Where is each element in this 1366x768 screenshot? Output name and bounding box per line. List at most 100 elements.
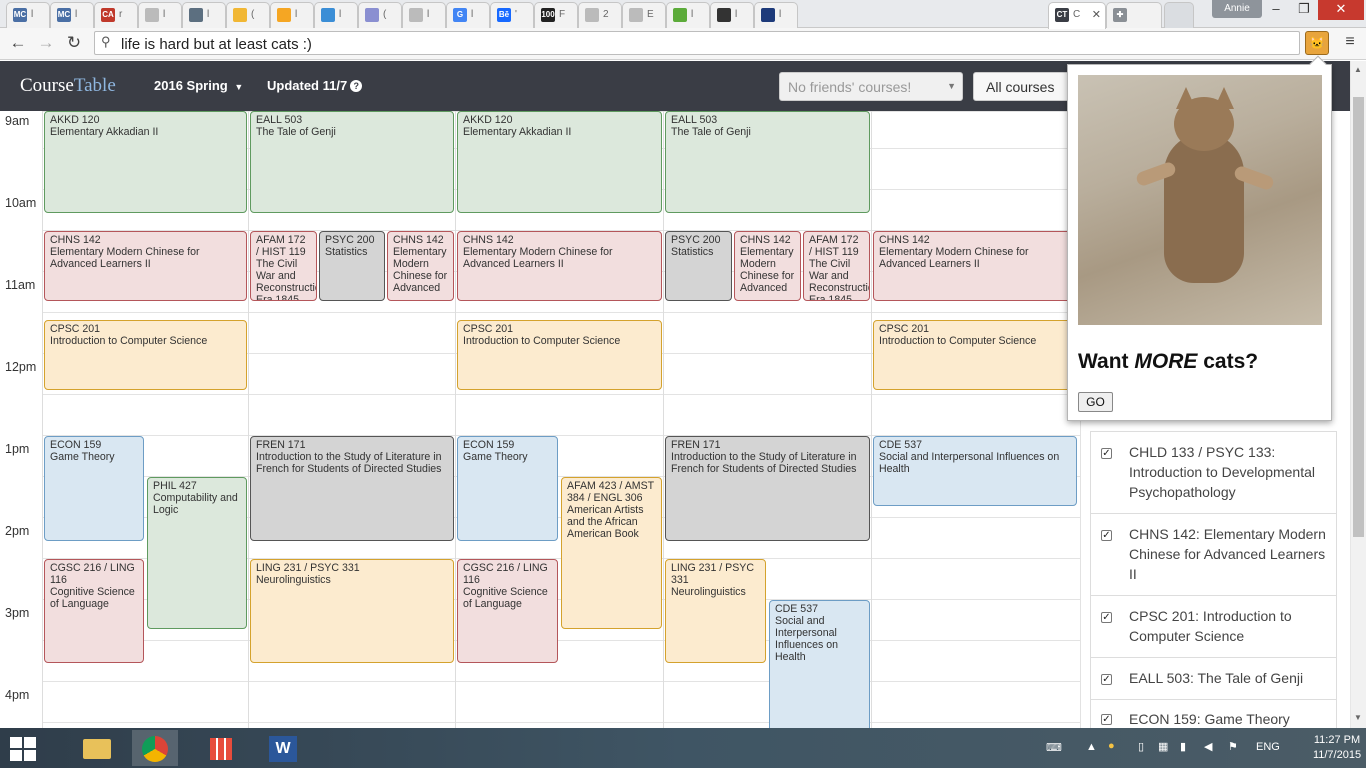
course-event[interactable]: ECON 159 Game Theory — [44, 436, 144, 541]
course-event[interactable]: CGSC 216 / LING 116 Cognitive Science of … — [44, 559, 144, 663]
course-event[interactable]: PSYC 200 Statistics — [319, 231, 385, 301]
battery-icon[interactable]: ▯ — [1138, 740, 1144, 753]
course-name: Computability and Logic — [153, 492, 238, 516]
brand-logo[interactable]: CourseTable — [20, 75, 116, 97]
course-event[interactable]: AKKD 120 Elementary Akkadian II — [44, 111, 247, 213]
course-event[interactable]: CHNS 142 Elementary Modern Chinese for Ad… — [44, 231, 247, 301]
close-tab-icon[interactable]: ✕ — [1092, 8, 1101, 21]
course-event[interactable]: CPSC 201 Introduction to Computer Science — [457, 320, 662, 390]
course-event[interactable]: CHNS 142 Elementary Modern Chinese for Ad… — [734, 231, 801, 301]
checkbox-checked-icon[interactable]: ✓ — [1101, 612, 1112, 623]
course-event[interactable]: FREN 171 Introduction to the Study of Lit… — [250, 436, 454, 541]
apps-grid-icon[interactable] — [198, 730, 244, 766]
course-event[interactable]: AFAM 423 / AMST 384 / ENGL 306 American A… — [561, 477, 662, 629]
course-event[interactable]: AFAM 172 / HIST 119 The Civil War and Rec… — [250, 231, 317, 301]
all-courses-button[interactable]: All courses — [973, 72, 1073, 101]
browser-tab[interactable]: l — [754, 2, 798, 28]
course-event[interactable]: CHNS 142 Elementary Modern Chinese for Ad… — [873, 231, 1071, 301]
browser-tab[interactable]: ( — [358, 2, 402, 28]
course-event[interactable]: LING 231 / PSYC 331 Neurolinguistics — [665, 559, 766, 663]
browser-tab[interactable]: l — [402, 2, 446, 28]
course-list-item[interactable]: ✓ CHNS 142: Elementary Modern Chinese fo… — [1090, 513, 1337, 595]
friends-select[interactable]: No friends' courses! ▼ — [779, 72, 963, 101]
scroll-down-icon[interactable]: ▼ — [1354, 713, 1362, 722]
forward-arrow-icon[interactable]: → — [34, 32, 58, 54]
browser-tab[interactable]: CA r — [94, 2, 138, 28]
scroll-up-icon[interactable]: ▲ — [1354, 65, 1362, 74]
network-icon[interactable]: ▮ — [1180, 740, 1186, 753]
reload-icon[interactable]: ↻ — [62, 32, 86, 54]
browser-tab[interactable]: 2 — [578, 2, 622, 28]
browser-tab[interactable]: l — [314, 2, 358, 28]
course-event[interactable]: CPSC 201 Introduction to Computer Science — [44, 320, 247, 390]
scrollbar-thumb[interactable] — [1353, 97, 1364, 537]
browser-tab[interactable]: MC l — [6, 2, 50, 28]
checkbox-checked-icon[interactable]: ✓ — [1101, 674, 1112, 685]
course-event[interactable]: CGSC 216 / LING 116 Cognitive Science of … — [457, 559, 558, 663]
minimize-icon[interactable]: – — [1262, 0, 1290, 20]
address-bar[interactable]: ⚲ life is hard but at least cats :) — [94, 31, 1300, 55]
browser-tab[interactable]: E — [622, 2, 666, 28]
chrome-icon[interactable] — [132, 730, 178, 766]
word-icon[interactable]: W — [260, 730, 306, 766]
help-icon[interactable]: ? — [350, 80, 363, 92]
course-event[interactable]: PHIL 427 Computability and Logic — [147, 477, 247, 629]
tab-extension[interactable]: ✚ — [1106, 2, 1162, 28]
course-event[interactable]: PSYC 200 Statistics — [665, 231, 732, 301]
norton-icon[interactable]: ● — [1108, 740, 1115, 752]
search-icon: ⚲ — [101, 34, 111, 49]
checkbox-checked-icon[interactable]: ✓ — [1101, 530, 1112, 541]
cat-extension-icon[interactable]: 🐱 — [1305, 31, 1329, 55]
browser-tab[interactable]: Bē ' — [490, 2, 534, 28]
course-event[interactable]: CHNS 142 Elementary Modern Chinese for Ad… — [387, 231, 454, 301]
user-profile-badge[interactable]: Annie — [1212, 0, 1262, 18]
system-clock[interactable]: 11:27 PM 11/7/2015 — [1312, 733, 1362, 763]
page-scrollbar[interactable]: ▲ ▼ — [1350, 61, 1366, 728]
course-event[interactable]: EALL 503 The Tale of Genji — [665, 111, 870, 213]
close-window-icon[interactable]: ✕ — [1318, 0, 1364, 20]
course-event[interactable]: CHNS 142 Elementary Modern Chinese for Ad… — [457, 231, 662, 301]
tab-title: ( — [251, 9, 255, 20]
windows-tray-icon[interactable]: ▦ — [1158, 740, 1168, 753]
go-button[interactable]: GO — [1078, 392, 1113, 412]
browser-tab[interactable]: l — [182, 2, 226, 28]
maximize-icon[interactable]: ❐ — [1290, 0, 1318, 20]
keyboard-icon[interactable]: ⌨ — [1046, 741, 1062, 754]
chrome-menu-icon[interactable]: ≡ — [1340, 33, 1360, 53]
course-list-item[interactable]: ✓ EALL 503: The Tale of Genji — [1090, 657, 1337, 699]
language-indicator[interactable]: ENG — [1256, 741, 1280, 753]
flag-icon[interactable]: ⚑ — [1228, 740, 1238, 753]
course-event[interactable]: AKKD 120 Elementary Akkadian II — [457, 111, 662, 213]
course-list-item[interactable]: ✓ ECON 159: Game Theory — [1090, 699, 1337, 728]
browser-tab[interactable]: l — [138, 2, 182, 28]
checkbox-checked-icon[interactable]: ✓ — [1101, 714, 1112, 725]
course-list-item[interactable]: ✓ CPSC 201: Introduction to Computer Sci… — [1090, 595, 1337, 657]
select-arrow-icon: ▼ — [947, 81, 956, 91]
course-event[interactable]: FREN 171 Introduction to the Study of Lit… — [665, 436, 870, 541]
course-event[interactable]: CPSC 201 Introduction to Computer Science — [873, 320, 1071, 390]
checkbox-checked-icon[interactable]: ✓ — [1101, 448, 1112, 459]
course-event[interactable]: LING 231 / PSYC 331 Neurolinguistics — [250, 559, 454, 663]
browser-tab[interactable]: Gl — [446, 2, 490, 28]
file-explorer-icon[interactable] — [74, 730, 120, 766]
browser-tab[interactable]: l — [270, 2, 314, 28]
course-event[interactable]: EALL 503 The Tale of Genji — [250, 111, 454, 213]
course-event[interactable]: AFAM 172 / HIST 119 The Civil War and Rec… — [803, 231, 870, 301]
windows-start-icon[interactable] — [10, 737, 36, 761]
browser-tab[interactable]: l — [666, 2, 710, 28]
back-arrow-icon[interactable]: ← — [6, 32, 30, 54]
new-tab-button[interactable] — [1164, 2, 1194, 28]
browser-tab[interactable]: MC l — [50, 2, 94, 28]
address-text[interactable]: life is hard but at least cats :) — [121, 36, 312, 53]
tray-expand-icon[interactable]: ▲ — [1086, 741, 1097, 753]
browser-tab[interactable]: 100 F — [534, 2, 578, 28]
term-dropdown[interactable]: 2016 Spring ▼ — [154, 78, 243, 93]
course-event[interactable]: CDE 537 Social and Interpersonal Influenc… — [769, 600, 870, 728]
tab-coursetable[interactable]: CT C ✕ — [1048, 2, 1106, 29]
browser-tab[interactable]: ( — [226, 2, 270, 28]
course-list-item[interactable]: ✓ CHLD 133 / PSYC 133: Introduction to D… — [1090, 431, 1337, 513]
course-event[interactable]: ECON 159 Game Theory — [457, 436, 558, 541]
browser-tab[interactable]: l — [710, 2, 754, 28]
course-event[interactable]: CDE 537 Social and Interpersonal Influenc… — [873, 436, 1077, 506]
volume-icon[interactable]: ◀ — [1204, 740, 1212, 753]
